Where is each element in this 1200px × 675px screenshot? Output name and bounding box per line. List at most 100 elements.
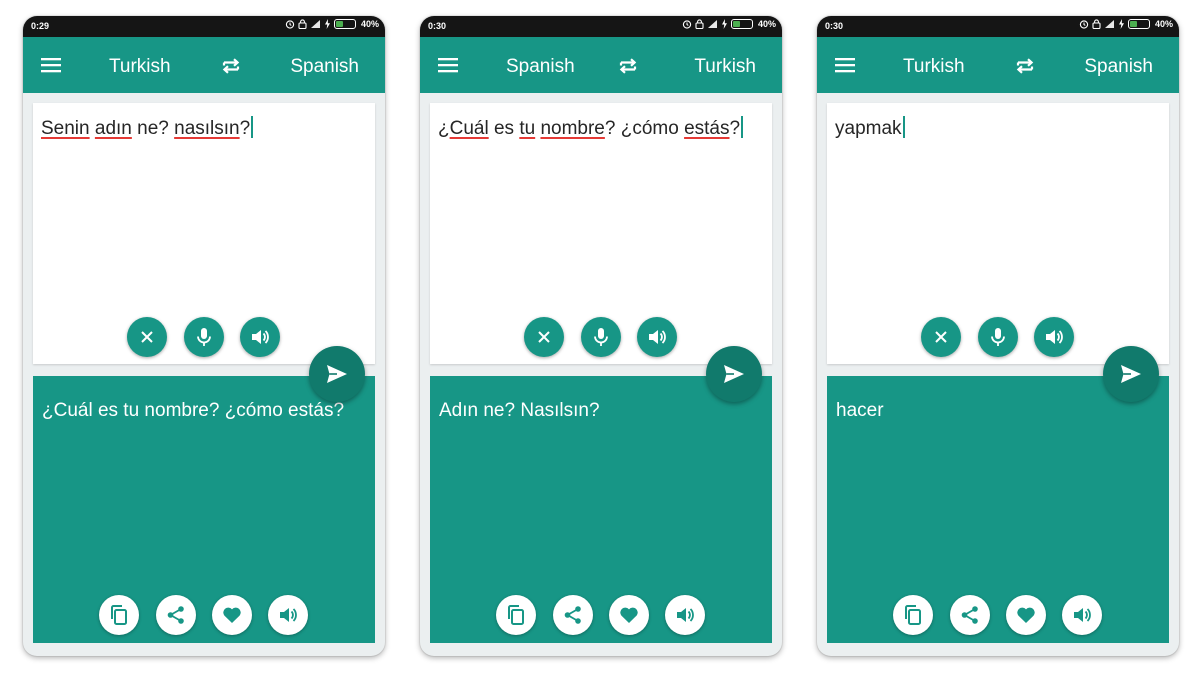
alarm-icon <box>285 20 295 29</box>
translate-send-button[interactable] <box>1103 346 1159 402</box>
lock-icon <box>695 19 704 29</box>
input-text-segment: ne? <box>131 118 175 139</box>
share-button[interactable] <box>553 595 593 635</box>
source-text-input[interactable]: yapmak <box>835 116 1159 142</box>
favorite-button[interactable] <box>212 595 252 635</box>
app-bar: Spanish Turkish <box>420 37 782 93</box>
favorite-button[interactable] <box>609 595 649 635</box>
input-text-segment: tu <box>519 118 536 139</box>
input-card: ¿Cuál es tu nombre? ¿cómo estás? <box>430 103 772 364</box>
voice-input-button[interactable] <box>978 317 1018 357</box>
heart-icon <box>1017 607 1035 623</box>
swap-icon[interactable] <box>616 54 640 78</box>
speak-input-button[interactable] <box>637 317 677 357</box>
lock-icon <box>1092 19 1101 29</box>
close-icon <box>538 331 550 343</box>
alarm-icon <box>1079 20 1089 29</box>
speak-input-button[interactable] <box>240 317 280 357</box>
source-text-input[interactable]: ¿Cuál es tu nombre? ¿cómo estás? <box>438 116 762 142</box>
favorite-button[interactable] <box>1006 595 1046 635</box>
share-icon <box>961 606 978 624</box>
charging-icon <box>324 19 330 29</box>
send-icon <box>724 365 744 383</box>
input-text-segment: Senin <box>41 118 90 139</box>
copy-button[interactable] <box>496 595 536 635</box>
clear-button[interactable] <box>921 317 961 357</box>
app-bar: Turkish Spanish <box>817 37 1179 93</box>
voice-input-button[interactable] <box>184 317 224 357</box>
signal-icon <box>310 20 320 28</box>
speaker-icon <box>677 608 694 622</box>
phone-screen-3: 0:30 40% Turkish Spanish yapmak hacer <box>817 16 1179 656</box>
output-card: Adın ne? Nasılsın? <box>430 376 772 643</box>
menu-icon[interactable] <box>834 54 856 76</box>
translate-send-button[interactable] <box>706 346 762 402</box>
target-language-button[interactable]: Spanish <box>290 56 359 78</box>
share-icon <box>564 606 581 624</box>
speaker-icon <box>649 330 666 344</box>
clear-button[interactable] <box>127 317 167 357</box>
source-text-input[interactable]: Senin adın ne? nasılsın? <box>41 116 365 142</box>
input-text-segment: ? <box>729 118 741 139</box>
copy-icon <box>111 605 127 625</box>
signal-icon <box>707 20 717 28</box>
battery-percent: 40% <box>360 19 379 29</box>
copy-button[interactable] <box>893 595 933 635</box>
input-text-segment: es <box>488 118 520 139</box>
voice-input-button[interactable] <box>581 317 621 357</box>
status-icons: 40% <box>682 19 776 29</box>
clear-button[interactable] <box>524 317 564 357</box>
text-cursor <box>251 116 254 138</box>
status-bar: 0:30 40% <box>817 16 1179 37</box>
lock-icon <box>298 19 307 29</box>
speaker-icon <box>252 330 269 344</box>
menu-icon[interactable] <box>40 54 62 76</box>
input-text-segment: estás <box>684 118 730 139</box>
battery-icon <box>1127 19 1150 29</box>
copy-icon <box>508 605 524 625</box>
text-cursor <box>741 116 744 138</box>
speak-output-button[interactable] <box>665 595 705 635</box>
input-card: yapmak <box>827 103 1169 364</box>
signal-icon <box>1104 20 1114 28</box>
mic-icon <box>991 328 1005 346</box>
battery-percent: 40% <box>757 19 776 29</box>
status-time: 0:29 <box>31 21 50 31</box>
battery-level <box>335 21 344 27</box>
input-text-segment: yapmak <box>835 118 902 139</box>
alarm-icon <box>682 20 692 29</box>
translation-output: hacer <box>836 400 884 421</box>
translate-send-button[interactable] <box>309 346 365 402</box>
charging-icon <box>1118 19 1124 29</box>
translation-output: ¿Cuál es tu nombre? ¿cómo estás? <box>42 400 345 421</box>
target-language-button[interactable]: Spanish <box>1084 56 1153 78</box>
battery-level <box>732 21 741 27</box>
input-text-segment: Cuál <box>449 118 489 139</box>
source-language-button[interactable]: Turkish <box>109 56 171 78</box>
app-bar: Turkish Spanish <box>23 37 385 93</box>
status-icons: 40% <box>1079 19 1173 29</box>
menu-icon[interactable] <box>437 54 459 76</box>
source-language-button[interactable]: Turkish <box>903 56 965 78</box>
input-text-segment: adın <box>94 118 132 139</box>
heart-icon <box>620 607 638 623</box>
mic-icon <box>594 328 608 346</box>
speaker-icon <box>1074 608 1091 622</box>
input-card: Senin adın ne? nasılsın? <box>33 103 375 364</box>
speaker-icon <box>1046 330 1063 344</box>
input-text-segment: ? <box>239 118 251 139</box>
speak-input-button[interactable] <box>1034 317 1074 357</box>
battery-percent: 40% <box>1154 19 1173 29</box>
mic-icon <box>197 328 211 346</box>
target-language-button[interactable]: Turkish <box>694 56 756 78</box>
speak-output-button[interactable] <box>1062 595 1102 635</box>
share-button[interactable] <box>950 595 990 635</box>
source-language-button[interactable]: Spanish <box>506 56 575 78</box>
phone-screen-2: 0:30 40% Spanish Turkish ¿Cuál es tu nom… <box>420 16 782 656</box>
swap-icon[interactable] <box>219 54 243 78</box>
battery-level <box>1129 21 1138 27</box>
swap-icon[interactable] <box>1013 54 1037 78</box>
copy-button[interactable] <box>99 595 139 635</box>
speak-output-button[interactable] <box>268 595 308 635</box>
share-button[interactable] <box>156 595 196 635</box>
